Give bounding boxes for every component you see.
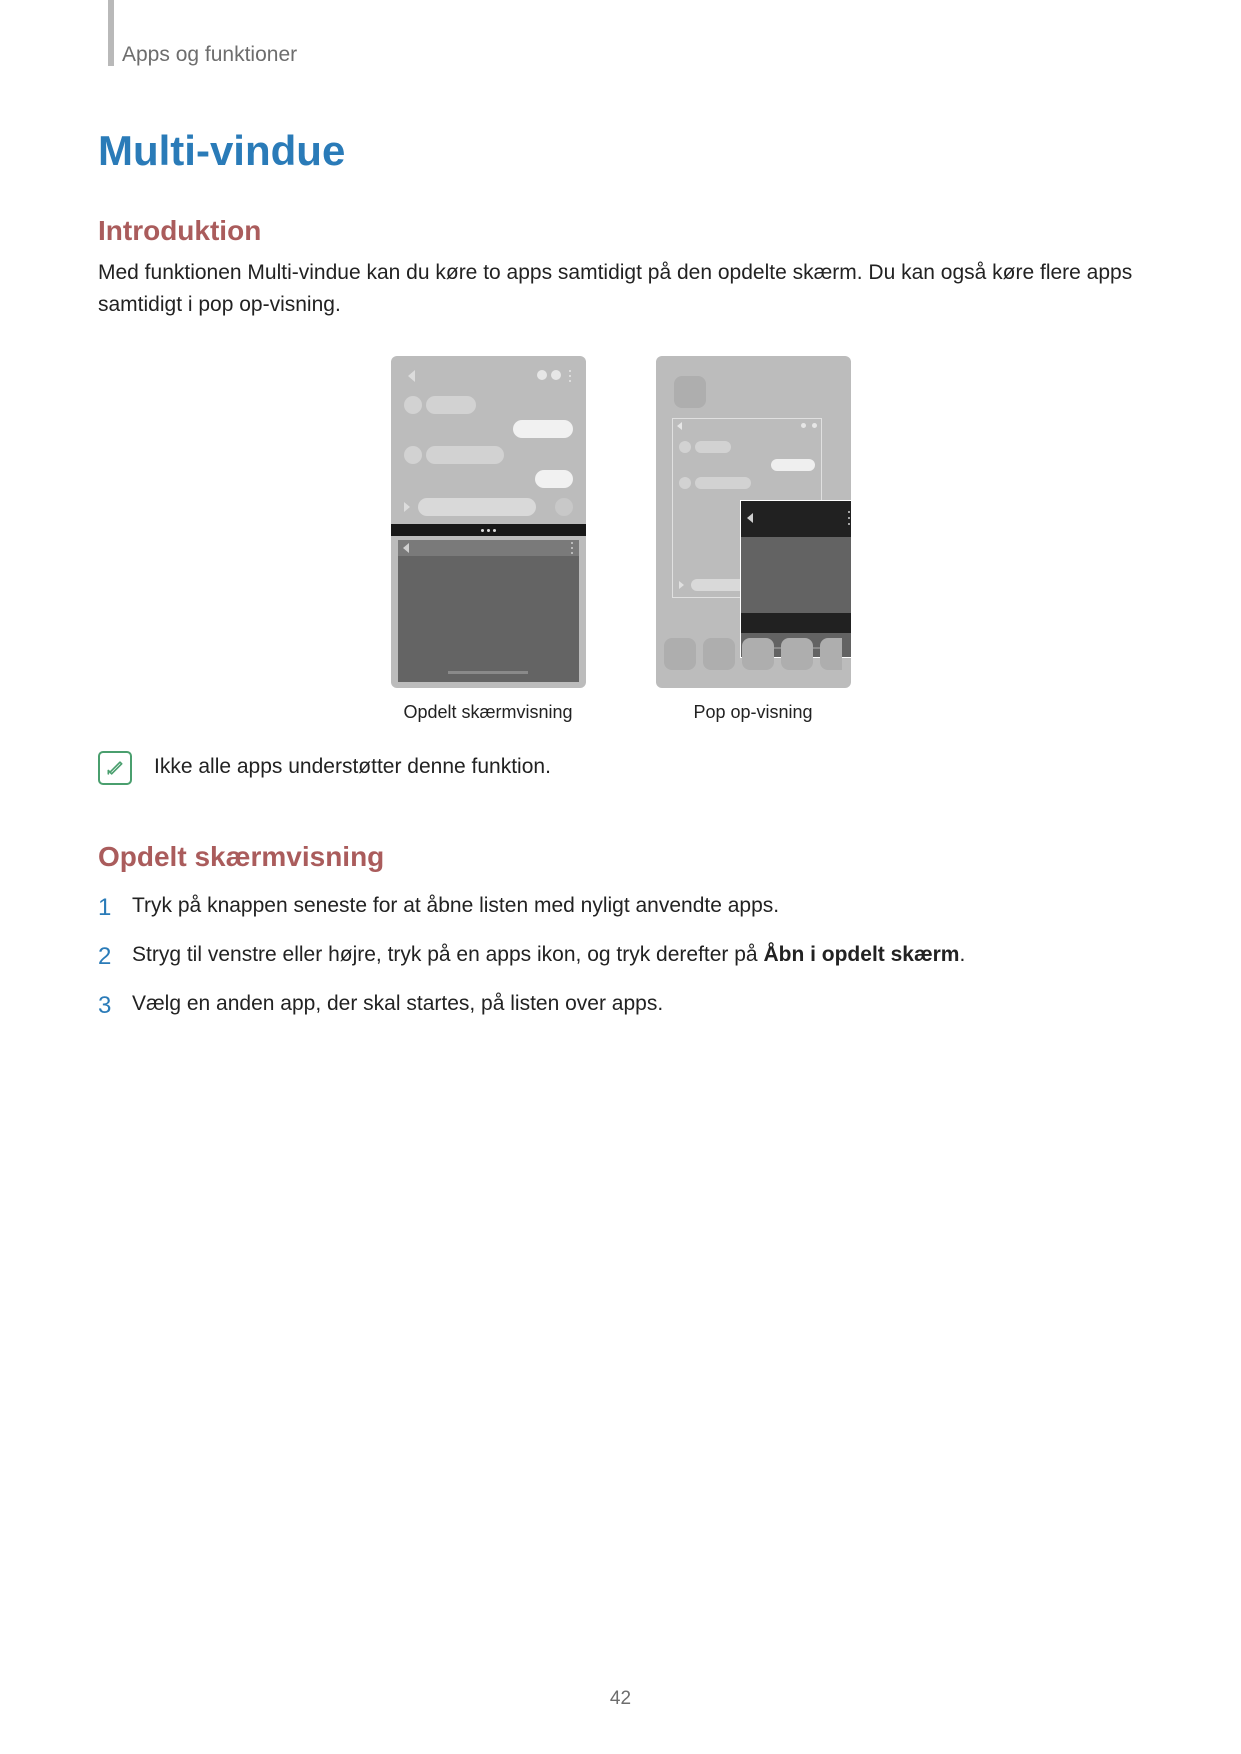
page-number: 42 xyxy=(0,1688,1241,1710)
step-text-bold: Åbn i opdelt skærm xyxy=(763,943,959,966)
steps-list: 1 Tryk på knappen seneste for at åbne li… xyxy=(98,891,1143,1023)
note-icon xyxy=(98,751,132,785)
section-introduction-heading: Introduktion xyxy=(98,215,1143,247)
step-item: 2 Stryg til venstre eller højre, tryk på… xyxy=(98,940,1143,975)
send-icon xyxy=(555,498,573,516)
chevron-left-icon xyxy=(677,422,682,430)
breadcrumb: Apps og funktioner xyxy=(122,43,1143,67)
page-title: Multi-vindue xyxy=(98,127,1143,175)
chat-bubble xyxy=(771,459,815,471)
step-text: Tryk på knappen seneste for at åbne list… xyxy=(132,894,779,917)
caption-popup: Pop op-visning xyxy=(693,702,812,723)
illustration-row: Opdelt skærmvisning xyxy=(98,356,1143,723)
kebab-menu-icon xyxy=(846,511,851,525)
app-tile-icon xyxy=(674,376,706,408)
step-number: 3 xyxy=(98,989,118,1024)
indicator-dot-icon xyxy=(537,370,547,380)
split-handle-icon xyxy=(391,524,586,536)
section-split-heading: Opdelt skærmvisning xyxy=(98,841,1143,873)
input-pill xyxy=(418,498,536,516)
step-text: Vælg en anden app, der skal startes, på … xyxy=(132,992,663,1015)
popup-strip xyxy=(741,613,851,633)
chat-bubble xyxy=(695,441,731,453)
chevron-right-icon xyxy=(404,502,410,512)
chat-bubble xyxy=(426,396,476,414)
avatar-icon xyxy=(679,477,691,489)
introduction-text: Med funktionen Multi-vindue kan du køre … xyxy=(98,257,1143,320)
chat-bubble xyxy=(535,470,573,488)
step-item: 3 Vælg en anden app, der skal startes, p… xyxy=(98,989,1143,1024)
chat-bubble xyxy=(426,446,504,464)
illustration-popup-view xyxy=(656,356,851,688)
avatar-icon xyxy=(404,396,422,414)
app-tile-icon xyxy=(781,638,813,670)
app-tile-icon xyxy=(703,638,735,670)
kebab-menu-icon xyxy=(569,542,575,554)
avatar-icon xyxy=(404,446,422,464)
nav-bar-icon xyxy=(448,671,528,674)
note-text: Ikke alle apps understøtter denne funkti… xyxy=(154,751,551,779)
step-number: 1 xyxy=(98,891,118,926)
avatar-icon xyxy=(679,441,691,453)
popup-window xyxy=(740,500,851,658)
step-text: . xyxy=(959,943,965,966)
home-dock xyxy=(656,638,851,680)
app-tile-icon xyxy=(742,638,774,670)
illustration-split-screen xyxy=(391,356,586,688)
step-text: Stryg til venstre eller højre, tryk på e… xyxy=(132,943,763,966)
note-block: Ikke alle apps understøtter denne funkti… xyxy=(98,751,1143,785)
caption-split: Opdelt skærmvisning xyxy=(403,702,572,723)
step-number: 2 xyxy=(98,940,118,975)
chat-bubble xyxy=(695,477,751,489)
app-tile-icon xyxy=(820,638,842,670)
step-item: 1 Tryk på knappen seneste for at åbne li… xyxy=(98,891,1143,926)
kebab-menu-icon xyxy=(567,370,573,382)
chevron-left-icon xyxy=(747,513,753,523)
app-tile-icon xyxy=(664,638,696,670)
chevron-left-icon xyxy=(408,370,415,382)
chevron-left-icon xyxy=(403,543,409,553)
indicator-dot-icon xyxy=(551,370,561,380)
chevron-right-icon xyxy=(679,581,684,589)
header-vertical-rule xyxy=(108,0,114,66)
chat-bubble xyxy=(513,420,573,438)
indicator-dots-icon xyxy=(801,423,817,429)
